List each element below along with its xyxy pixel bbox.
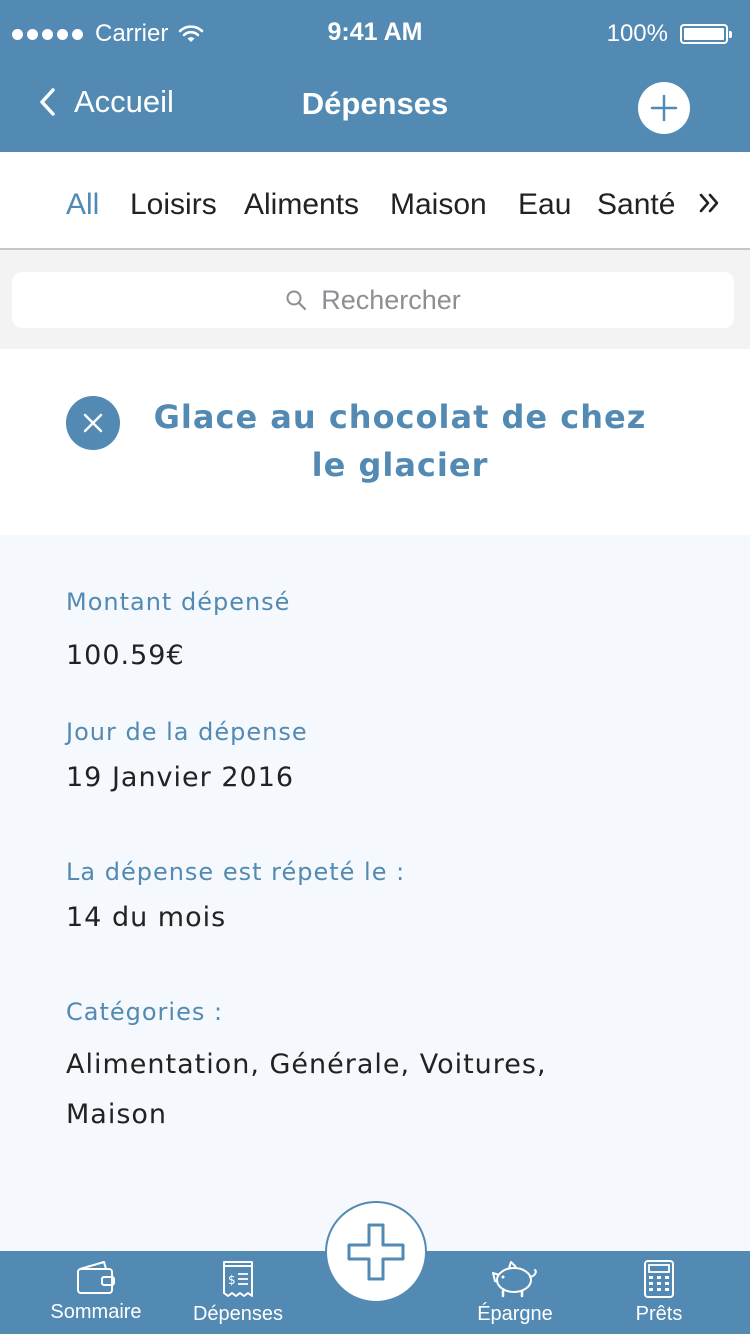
expense-details: Montant dépensé 100.59€ Jour de la dépen… [0,535,750,1251]
status-bar: Carrier 9:41 AM 100% [0,0,750,66]
chevron-left-icon [40,88,55,116]
tab-label-prets: Prêts [635,1303,683,1325]
date-label: Jour de la dépense [66,718,308,746]
battery-icon [680,24,732,44]
filter-tab-sante[interactable]: Santé [597,188,675,222]
categories-label: Catégories : [66,998,224,1026]
search-placeholder: Rechercher [321,284,461,315]
filter-tab-loisirs[interactable]: Loisirs [130,188,217,222]
expense-title: Glace au chocolat de chez le glacier [153,398,647,484]
category-filter-bar: All Loisirs Aliments Maison Eau Santé [0,152,750,250]
calculator-icon [644,1260,674,1298]
expense-header: Glace au chocolat de chez le glacier [0,349,750,535]
search-input[interactable]: Rechercher [12,272,734,328]
close-button[interactable] [66,396,120,450]
categories-value: Alimentation, Générale, Voitures, Maison [66,1049,547,1130]
tab-label-epargne: Épargne [477,1303,553,1325]
tab-sommaire[interactable]: Sommaire [48,1251,144,1334]
add-expense-button[interactable] [638,82,690,134]
search-icon [286,290,307,311]
plus-icon [347,1223,405,1281]
amount-label: Montant dépensé [66,588,291,616]
repeat-value: 14 du mois [66,902,227,933]
filter-tab-maison[interactable]: Maison [390,188,487,222]
plus-icon [650,94,678,122]
repeat-label: La dépense est répeté le : [66,858,406,886]
top-bar: Carrier 9:41 AM 100% Accueil Dépenses [0,0,750,152]
filter-tab-aliments[interactable]: Aliments [244,188,359,222]
piggy-bank-icon [492,1261,537,1298]
wallet-icon [77,1261,115,1294]
filter-tab-eau[interactable]: Eau [518,188,571,222]
filter-tab-all[interactable]: All [66,188,99,222]
close-icon [83,413,103,433]
tab-depenses[interactable]: $ Dépenses [190,1251,286,1334]
add-button[interactable] [325,1201,427,1303]
tab-epargne[interactable]: Épargne [470,1251,560,1334]
back-label: Accueil [74,84,174,119]
double-chevron-right-icon[interactable] [698,192,722,214]
tab-label-depenses: Dépenses [192,1303,284,1325]
navigation-bar: Accueil Dépenses [0,66,750,152]
amount-value: 100.59€ [66,640,185,671]
battery-percent: 100% [606,20,668,47]
back-button[interactable]: Accueil [38,84,174,120]
receipt-icon: $ [223,1261,253,1297]
date-value: 19 Janvier 2016 [66,762,295,793]
svg-text:$: $ [228,1273,236,1287]
search-area: Rechercher [0,250,750,349]
tab-prets[interactable]: Prêts [628,1251,690,1334]
tab-label-sommaire: Sommaire [50,1301,142,1323]
